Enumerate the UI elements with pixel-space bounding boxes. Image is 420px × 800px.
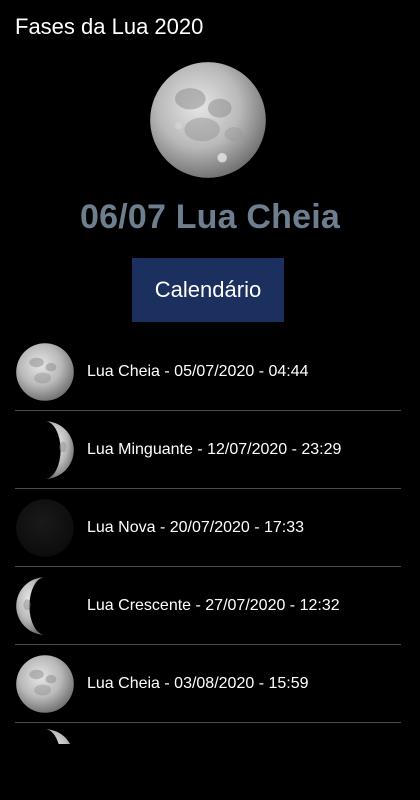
phase-label: Lua Crescente - 27/07/2020 - 12:32	[87, 596, 340, 614]
waning-moon-icon	[45, 729, 71, 744]
app-title: Fases da Lua 2020	[15, 14, 204, 39]
full-moon-icon	[16, 342, 74, 401]
calendar-button-label: Calendário	[154, 277, 262, 302]
phase-label: Lua Cheia - 03/08/2020 - 15:59	[87, 674, 309, 692]
phase-label: Lua Nova - 20/07/2020 - 17:33	[87, 518, 305, 536]
phase-label: Lua Minguante - 12/07/2020 - 23:29	[87, 440, 342, 458]
phase-list-item[interactable]: Lua Nova - 20/07/2020 - 17:33	[15, 489, 401, 567]
waxing-moon-icon	[16, 576, 45, 635]
phase-list[interactable]: Lua Cheia - 05/07/2020 - 04:44 Lua Mingu…	[0, 333, 420, 723]
phase-list-item[interactable]: Lua Cheia - 03/08/2020 - 15:59	[15, 645, 401, 723]
partial-list-item	[15, 728, 75, 744]
calendar-button[interactable]: Calendário	[132, 258, 284, 322]
full-moon-icon	[16, 654, 74, 713]
full-moon-icon	[150, 62, 266, 178]
phase-list-item[interactable]: Lua Minguante - 12/07/2020 - 23:29	[15, 411, 401, 489]
phase-list-item[interactable]: Lua Cheia - 05/07/2020 - 04:44	[15, 333, 401, 411]
waning-moon-icon	[45, 420, 74, 479]
app-screen: Fases da Lua 2020 06/07 Lua Cheia Calend…	[0, 0, 420, 800]
phase-label: Lua Cheia - 05/07/2020 - 04:44	[87, 362, 309, 380]
new-moon-icon	[16, 498, 74, 557]
current-phase-date: 06/07 Lua Cheia	[79, 198, 340, 236]
phase-list-item[interactable]: Lua Crescente - 27/07/2020 - 12:32	[15, 567, 401, 645]
